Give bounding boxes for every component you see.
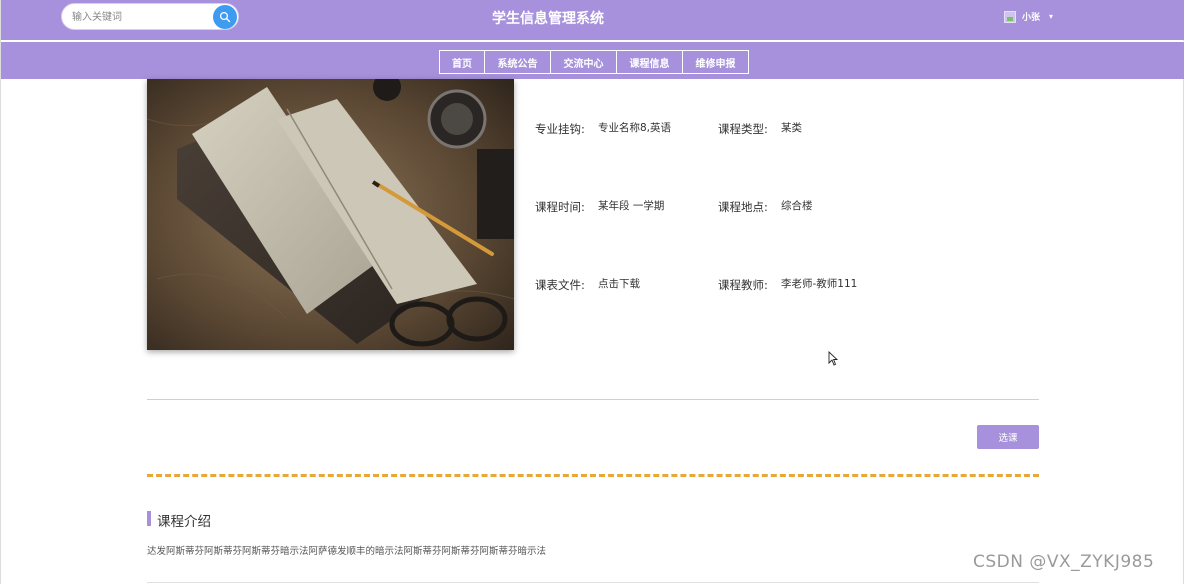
course-time-value: 某年段 一学期 [598, 200, 665, 212]
course-type-label: 课程类型: [718, 122, 768, 136]
top-bar: 学生信息管理系统 小张 ▾ [1, 0, 1184, 40]
watermark: CSDN @VX_ZYKJ985 [973, 552, 1155, 572]
course-time-label: 课程时间: [535, 200, 585, 214]
course-location-label: 课程地点: [718, 200, 768, 214]
course-type-value: 某类 [781, 122, 802, 134]
nav-item-announcements[interactable]: 系统公告 [484, 50, 551, 74]
chevron-down-icon: ▾ [1049, 12, 1054, 21]
major-value: 专业名称8,英语 [598, 122, 672, 134]
user-menu[interactable]: 小张 ▾ [1004, 10, 1053, 23]
nav-item-forum[interactable]: 交流中心 [550, 50, 617, 74]
user-name: 小张 [1022, 13, 1041, 23]
teacher-label: 课程教师: [718, 278, 768, 292]
major-label: 专业挂钩: [535, 122, 585, 136]
bottom-divider [147, 582, 1039, 583]
nav-item-courses[interactable]: 课程信息 [616, 50, 683, 74]
teacher-value: 李老师-教师111 [781, 278, 858, 290]
choose-course-button[interactable]: 选课 [977, 425, 1039, 449]
nav-bar: 首页 系统公告 交流中心 课程信息 维修申报 [1, 41, 1184, 79]
nav-item-repair[interactable]: 维修申报 [682, 50, 749, 74]
course-location-value: 综合楼 [781, 200, 813, 212]
intro-text: 达发阿斯蒂芬阿斯蒂芬阿斯蒂芬暗示法阿萨德发顺丰的暗示法阿斯蒂芬阿斯蒂芬阿斯蒂芬暗… [147, 546, 547, 557]
course-cover-image [147, 79, 514, 350]
dashed-divider [147, 474, 1039, 477]
site-title: 学生信息管理系统 [492, 11, 604, 27]
schedule-file-label: 课表文件: [535, 278, 585, 292]
intro-accent-bar [147, 511, 151, 526]
mouse-cursor-icon [828, 351, 838, 366]
section-divider [147, 399, 1039, 400]
main-nav: 首页 系统公告 交流中心 课程信息 维修申报 [439, 50, 749, 74]
nav-item-home[interactable]: 首页 [439, 50, 485, 74]
download-link[interactable]: 点击下载 [598, 276, 640, 291]
page: 学生信息管理系统 小张 ▾ 首页 系统公告 交流中心 课程信息 维修申报 [0, 0, 1184, 584]
avatar [1004, 10, 1016, 23]
intro-title: 课程介绍 [157, 514, 211, 530]
